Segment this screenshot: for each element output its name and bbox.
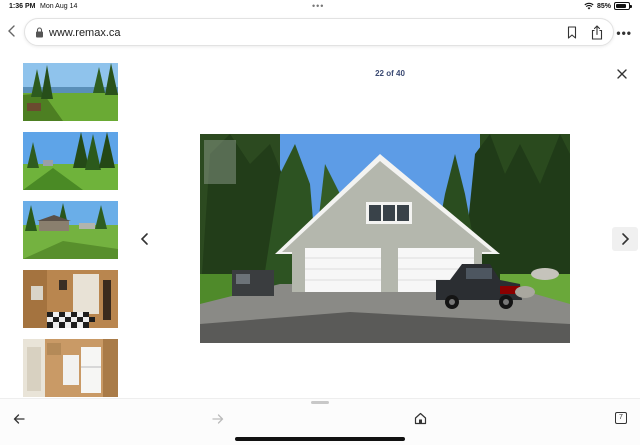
thumbnail-kitchen[interactable] bbox=[23, 339, 118, 397]
sheet-grabber[interactable] bbox=[311, 401, 329, 404]
browser-toolbar: 7 bbox=[0, 398, 640, 445]
bookmark-icon[interactable] bbox=[567, 26, 577, 39]
lock-icon bbox=[36, 27, 43, 38]
browser-address-row: www.remax.ca ••• bbox=[0, 16, 640, 46]
thumbnail-lawn-trees[interactable] bbox=[23, 132, 118, 190]
next-photo-button[interactable] bbox=[612, 227, 638, 251]
close-icon[interactable] bbox=[615, 67, 629, 81]
thumbnail-lakeside-lawn[interactable] bbox=[23, 63, 118, 121]
arrow-right-icon[interactable] bbox=[212, 413, 224, 425]
status-bar: 1:36 PM Mon Aug 14 ••• 85% bbox=[0, 0, 640, 14]
thumbnail-bathroom[interactable] bbox=[23, 270, 118, 328]
status-date: Mon Aug 14 bbox=[40, 3, 78, 10]
thumbnail-house-clearing[interactable] bbox=[23, 201, 118, 259]
arrow-left-icon[interactable] bbox=[13, 413, 25, 425]
thumbnail-list[interactable] bbox=[23, 63, 119, 398]
ellipsis-icon[interactable]: ••• bbox=[616, 26, 632, 40]
chevron-right-icon bbox=[622, 233, 630, 245]
battery-percent: 85% bbox=[596, 2, 611, 10]
battery-icon bbox=[614, 2, 632, 10]
photo-counter: 22 of 40 bbox=[375, 69, 405, 78]
home-indicator bbox=[235, 437, 405, 441]
main-photo bbox=[200, 134, 570, 343]
share-icon[interactable] bbox=[591, 25, 603, 40]
battery-fill bbox=[616, 4, 627, 8]
multitasking-dots-icon[interactable]: ••• bbox=[312, 1, 324, 11]
status-right: 85% bbox=[584, 2, 632, 10]
wifi-icon bbox=[584, 2, 594, 10]
tabs-count-button[interactable]: 7 bbox=[615, 412, 627, 424]
chevron-left-icon[interactable] bbox=[138, 231, 152, 247]
url-text: www.remax.ca bbox=[49, 27, 121, 39]
address-bar[interactable]: www.remax.ca bbox=[24, 18, 614, 46]
home-icon[interactable] bbox=[414, 412, 427, 425]
status-time: 1:36 PM bbox=[9, 3, 36, 10]
chevron-left-icon[interactable] bbox=[6, 24, 18, 38]
